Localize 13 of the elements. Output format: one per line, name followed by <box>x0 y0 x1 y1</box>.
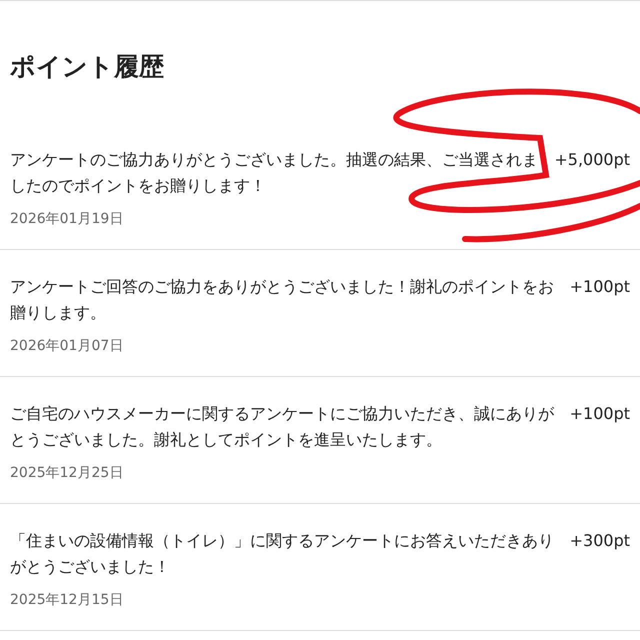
entry-description: アンケートのご協力ありがとうございました。抽選の結果、ご当選されましたのでポイントをお贈りします！ <box>10 149 539 197</box>
entry-description: 「住まいの設備情報（トイレ）」に関するアンケートにお答えいただきありがとうございました！ <box>10 530 555 578</box>
points-amount: +300pt <box>570 530 630 552</box>
page-title: ポイント履歴 <box>9 51 165 83</box>
points-amount: +100pt <box>570 276 630 298</box>
points-amount: +5,000pt <box>554 149 630 171</box>
entry-date: 2026年01月19日 <box>10 210 124 229</box>
points-amount: +100pt <box>570 403 630 425</box>
entry-date: 2025年12月25日 <box>10 464 124 483</box>
entry-description: アンケートご回答のご協力をありがとうございました！謝礼のポイントをお贈りします。 <box>10 276 555 324</box>
entry-date: 2025年12月15日 <box>10 591 124 610</box>
entry-description: ご自宅のハウスメーカーに関するアンケートにご協力いただき、誠にありがとうございました。謝礼としてポイントを進呈いたします。 <box>10 403 556 451</box>
entry-date: 2026年01月07日 <box>10 337 124 356</box>
